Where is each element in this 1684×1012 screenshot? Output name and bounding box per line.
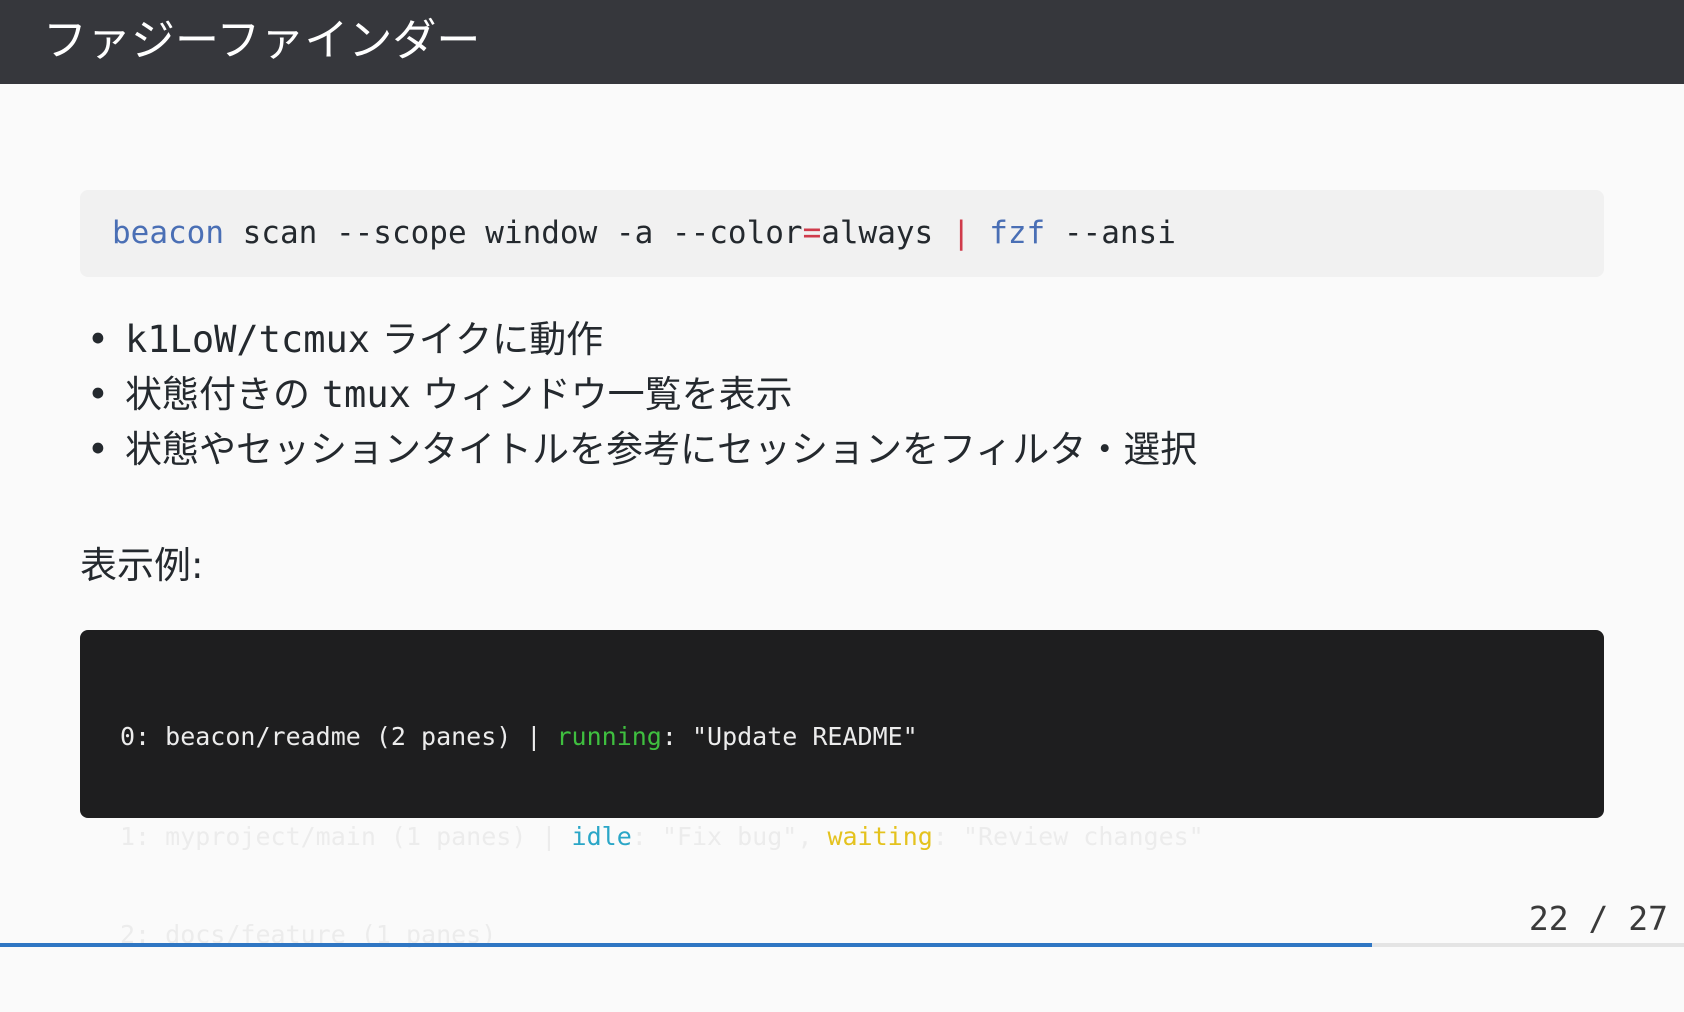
page-number: 22 / 27 [1528, 899, 1668, 938]
command-value: always [821, 215, 952, 251]
example-heading: 表示例: [80, 544, 204, 587]
command-program: beacon [112, 215, 224, 251]
bullet-marker: • [87, 318, 109, 361]
slide-progress-fill [0, 943, 1373, 947]
terminal-line: 0: beacon/readme (2 panes) | running: "U… [120, 716, 1204, 758]
session-label: 1: myproject/main (1 panes) | [120, 822, 572, 851]
feature-item-filter: • 状態やセッションタイトルを参考にセッションをフィルタ・選択 [80, 422, 1197, 477]
session-title: : "Update README" [661, 722, 918, 751]
command-pipe: | [951, 215, 971, 251]
feature-item-code: tmux [321, 373, 411, 416]
terminal-output-block: 0: beacon/readme (2 panes) | running: "U… [80, 630, 1604, 949]
slide-title: ファジーファインダー [43, 15, 481, 66]
feature-list: • k1LoW/tcmux ライクに動作 • 状態付きの tmux ウィンドウ一覧を… [80, 312, 1197, 477]
terminal-line: 2: docs/feature (1 panes) [120, 916, 1204, 954]
command-equals: = [802, 215, 822, 251]
status-running: running [556, 722, 662, 751]
command-code-block: beacon scan --scope window -a --color=al… [80, 190, 1604, 277]
session-title: : "Review changes" [932, 822, 1204, 851]
feature-item-window-list: • 状態付きの tmux ウィンドウ一覧を表示 [80, 367, 1197, 422]
feature-item-tcmux: • k1LoW/tcmux ライクに動作 [80, 312, 1197, 367]
feature-item-text: ウィンドウ一覧を表示 [410, 373, 793, 416]
command-filter-args: --ansi [1045, 215, 1176, 251]
bullet-marker: • [87, 428, 109, 471]
command-args: scan --scope window -a --color [223, 215, 803, 251]
bullet-marker: • [87, 373, 109, 416]
feature-item-text: 状態やセッションタイトルを参考にセッションをフィルタ・選択 [125, 428, 1198, 471]
slide-progress-bar [0, 943, 1684, 947]
feature-item-text: ライクに動作 [370, 318, 604, 361]
session-title: : "Fix bug", [631, 822, 828, 851]
command-line: beacon scan --scope window -a --color=al… [112, 212, 1176, 254]
status-waiting: waiting [827, 822, 933, 851]
terminal-line: 1: myproject/main (1 panes) | idle: "Fix… [120, 816, 1204, 858]
session-label: 0: beacon/readme (2 panes) | [120, 722, 557, 751]
command-filter: fzf [970, 215, 1046, 251]
slide-title-bar: ファジーファインダー [0, 0, 1684, 84]
status-idle: idle [571, 822, 632, 851]
feature-item-code: k1LoW/tcmux [125, 318, 371, 361]
feature-item-prefix: 状態付きの [125, 373, 322, 416]
terminal-lines: 0: beacon/readme (2 panes) | running: "U… [120, 658, 1204, 1012]
